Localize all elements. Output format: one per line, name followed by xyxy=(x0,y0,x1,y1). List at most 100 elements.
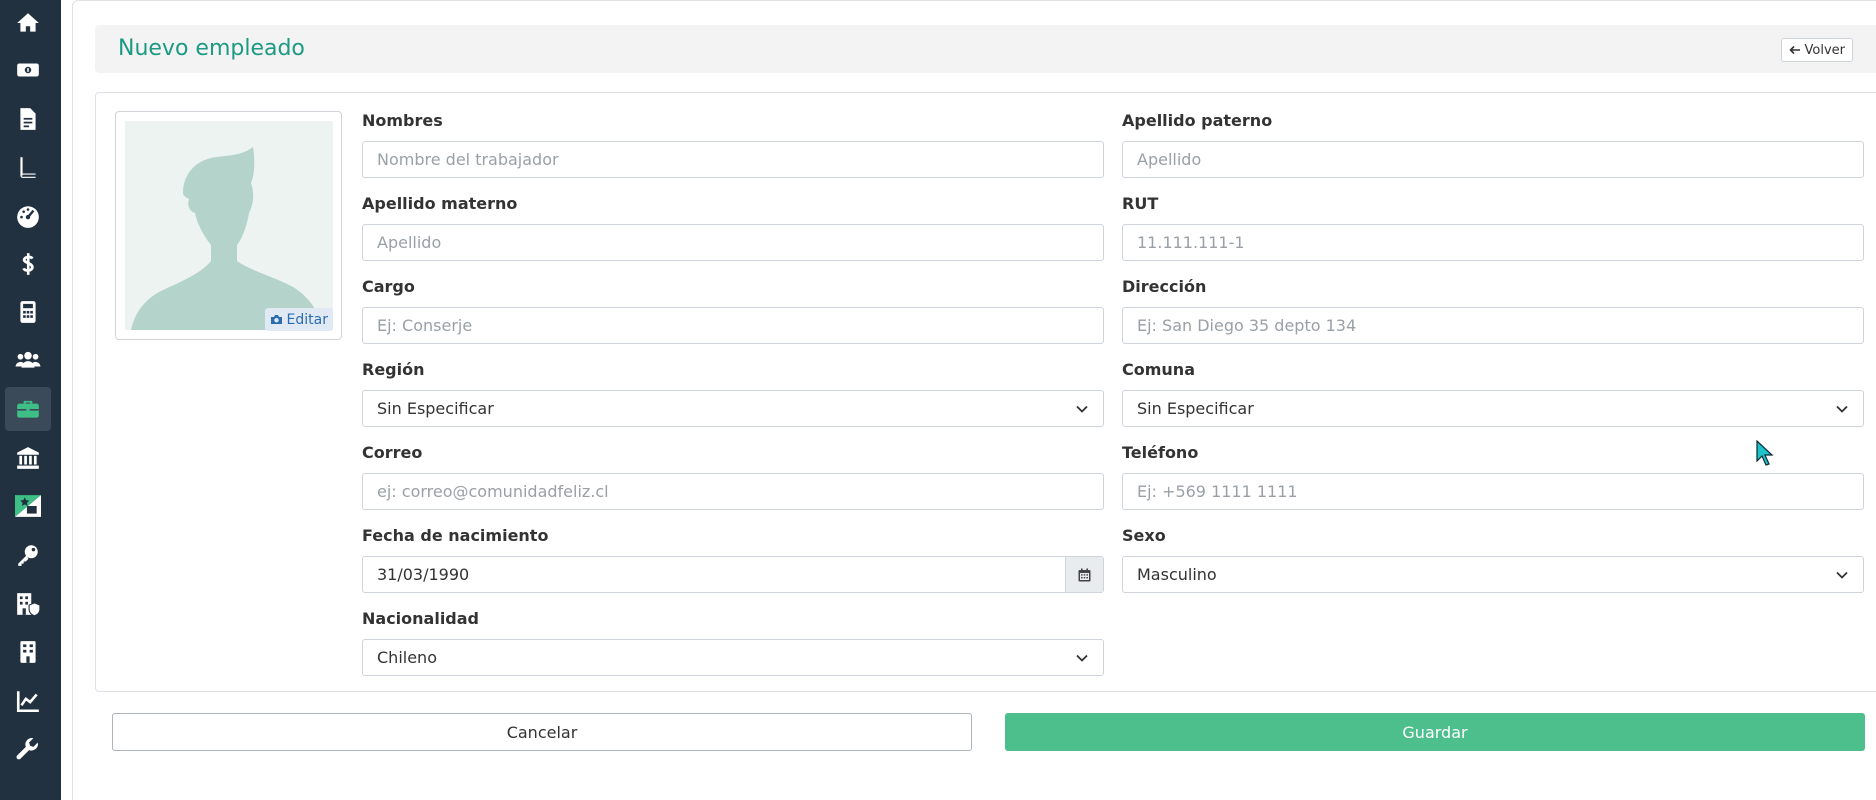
book-icon xyxy=(20,157,36,178)
datepicker-button[interactable] xyxy=(1065,557,1103,592)
chevron-down-icon xyxy=(1076,405,1088,413)
fecha-nacimiento-value: 31/03/1990 xyxy=(377,565,470,584)
save-button[interactable]: Guardar xyxy=(1005,713,1865,751)
nombres-placeholder: Nombre del trabajador xyxy=(377,150,559,169)
sidebar-item-employees[interactable] xyxy=(5,387,51,431)
rut-input[interactable]: 11.111.111-1 xyxy=(1122,224,1864,261)
field-telefono: Teléfono Ej: +569 1111 1111 xyxy=(1122,443,1864,510)
bank-icon xyxy=(17,447,39,469)
nacionalidad-value: Chileno xyxy=(377,648,437,667)
correo-label: Correo xyxy=(362,443,423,462)
person-silhouette-icon xyxy=(131,147,323,330)
money-bill-icon xyxy=(17,63,39,77)
users-icon xyxy=(15,351,41,368)
sexo-select[interactable]: Masculino xyxy=(1122,556,1864,593)
apellido-materno-placeholder: Apellido xyxy=(377,233,442,252)
nombres-input[interactable]: Nombre del trabajador xyxy=(362,141,1104,178)
back-button-label: Volver xyxy=(1804,42,1846,58)
cargo-input[interactable]: Ej: Conserje xyxy=(362,307,1104,344)
field-direccion: Dirección Ej: San Diego 35 depto 134 xyxy=(1122,277,1864,344)
briefcase-icon xyxy=(17,400,39,418)
comuna-label: Comuna xyxy=(1122,360,1195,379)
correo-placeholder: ej: correo@comunidadfeliz.cl xyxy=(377,482,609,501)
nacionalidad-label: Nacionalidad xyxy=(362,609,480,628)
sidebar-item-building[interactable] xyxy=(5,630,51,674)
page-header: Nuevo empleado Volver xyxy=(95,25,1876,73)
edit-photo-label: Editar xyxy=(286,311,328,328)
apellido-paterno-label: Apellido paterno xyxy=(1122,111,1273,130)
gauge-icon xyxy=(17,206,39,228)
sidebar-item-building-shield[interactable] xyxy=(5,582,51,626)
apellido-paterno-input[interactable]: Apellido xyxy=(1122,141,1864,178)
chevron-down-icon xyxy=(1836,571,1848,579)
cargo-placeholder: Ej: Conserje xyxy=(377,316,473,335)
field-nombres: Nombres Nombre del trabajador xyxy=(362,111,1104,178)
field-nacionalidad: Nacionalidad Chileno xyxy=(362,609,1104,676)
field-comuna: Comuna Sin Especificar xyxy=(1122,360,1864,427)
sidebar-item-money[interactable] xyxy=(5,48,51,92)
rut-placeholder: 11.111.111-1 xyxy=(1137,233,1245,252)
region-label: Región xyxy=(362,360,425,379)
building-shield-icon xyxy=(17,593,41,617)
chart-line-icon xyxy=(16,691,39,713)
key-icon xyxy=(18,545,38,566)
correo-input[interactable]: ej: correo@comunidadfeliz.cl xyxy=(362,473,1104,510)
region-select[interactable]: Sin Especificar xyxy=(362,390,1104,427)
sidebar-item-key[interactable] xyxy=(5,533,51,577)
field-correo: Correo ej: correo@comunidadfeliz.cl xyxy=(362,443,1104,510)
sidebar-item-star-ticket[interactable] xyxy=(5,484,51,528)
edit-photo-button[interactable]: Editar xyxy=(264,308,333,331)
region-value: Sin Especificar xyxy=(377,399,494,418)
avatar xyxy=(125,121,333,330)
employee-form-card: Editar Nombres Nombre del trabajador Ape… xyxy=(95,92,1876,692)
fecha-nacimiento-label: Fecha de nacimiento xyxy=(362,526,549,545)
file-icon xyxy=(20,108,36,130)
wrench-icon xyxy=(16,737,38,760)
apellido-materno-input[interactable]: Apellido xyxy=(362,224,1104,261)
chevron-down-icon xyxy=(1076,654,1088,662)
telefono-input[interactable]: Ej: +569 1111 1111 xyxy=(1122,473,1864,510)
mouse-cursor-icon xyxy=(1756,440,1774,466)
sidebar-item-documents[interactable] xyxy=(5,97,51,141)
field-cargo: Cargo Ej: Conserje xyxy=(362,277,1104,344)
sidebar-item-users[interactable] xyxy=(5,338,51,382)
field-sexo: Sexo Masculino xyxy=(1122,526,1864,593)
building-icon xyxy=(20,641,36,663)
direccion-input[interactable]: Ej: San Diego 35 depto 134 xyxy=(1122,307,1864,344)
sidebar-item-home[interactable] xyxy=(5,1,51,45)
apellido-materno-label: Apellido materno xyxy=(362,194,518,213)
sidebar-item-settings[interactable] xyxy=(5,727,51,771)
star-ticket-icon xyxy=(15,495,41,517)
sidebar-item-book[interactable] xyxy=(5,145,51,189)
field-apellido-paterno: Apellido paterno Apellido xyxy=(1122,111,1864,178)
field-region: Región Sin Especificar xyxy=(362,360,1104,427)
sexo-label: Sexo xyxy=(1122,526,1166,545)
chevron-down-icon xyxy=(1836,405,1848,413)
main-content: Nuevo empleado Volver Editar Nombres Nom… xyxy=(72,0,1876,800)
field-apellido-materno: Apellido materno Apellido xyxy=(362,194,1104,261)
page-title: Nuevo empleado xyxy=(118,36,305,61)
cargo-label: Cargo xyxy=(362,277,415,296)
employee-photo: Editar xyxy=(115,111,342,340)
arrow-left-icon xyxy=(1788,45,1800,55)
calendar-icon xyxy=(1078,568,1091,581)
sidebar-item-reports[interactable] xyxy=(5,679,51,723)
field-fecha-nacimiento: Fecha de nacimiento 31/03/1990 xyxy=(362,526,1104,593)
sidebar-item-calculator[interactable] xyxy=(5,290,51,334)
sidebar-item-dashboard[interactable] xyxy=(5,194,51,238)
direccion-placeholder: Ej: San Diego 35 depto 134 xyxy=(1137,316,1357,335)
field-rut: RUT 11.111.111-1 xyxy=(1122,194,1864,261)
comuna-select[interactable]: Sin Especificar xyxy=(1122,390,1864,427)
nacionalidad-select[interactable]: Chileno xyxy=(362,639,1104,676)
cancel-button[interactable]: Cancelar xyxy=(112,713,972,751)
calculator-icon xyxy=(20,301,36,323)
camera-icon xyxy=(270,315,282,324)
dollar-icon xyxy=(22,253,34,275)
sexo-value: Masculino xyxy=(1137,565,1217,584)
sidebar-item-dollar[interactable] xyxy=(5,242,51,286)
home-icon xyxy=(17,13,39,32)
fecha-nacimiento-input[interactable]: 31/03/1990 xyxy=(362,556,1104,593)
back-button[interactable]: Volver xyxy=(1780,38,1853,62)
telefono-placeholder: Ej: +569 1111 1111 xyxy=(1137,482,1298,501)
sidebar-item-bank[interactable] xyxy=(5,436,51,480)
